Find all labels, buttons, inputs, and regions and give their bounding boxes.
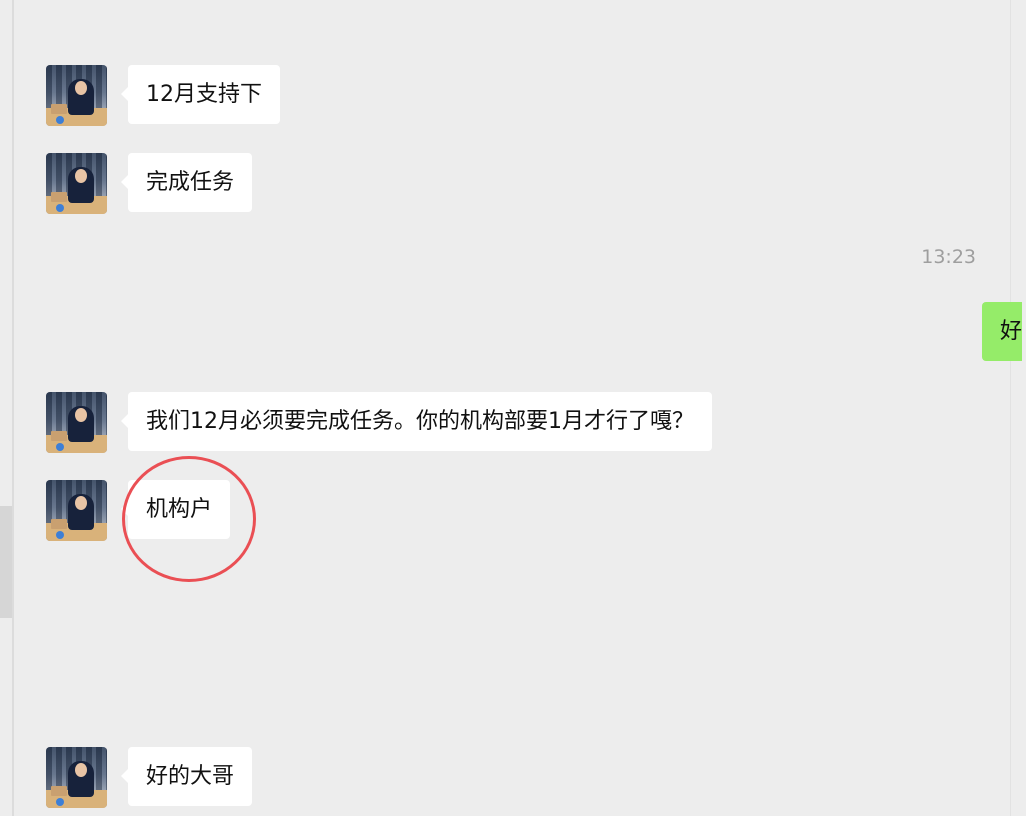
- avatar-face: [75, 169, 87, 183]
- avatar-cup: [56, 531, 64, 539]
- avatar-face: [75, 763, 87, 777]
- incoming-message-bubble[interactable]: 好的大哥: [120, 747, 253, 806]
- avatar-cup: [56, 443, 64, 451]
- left-scrollbar-thumb[interactable]: [0, 506, 12, 618]
- incoming-message-bubble[interactable]: 我们12月必须要完成任务。你的机构部要1月才行了嘎？: [121, 392, 712, 451]
- avatar-face: [75, 408, 87, 422]
- avatar-face: [75, 496, 87, 510]
- contact-avatar[interactable]: [46, 392, 107, 453]
- avatar-laptop: [51, 192, 67, 202]
- incoming-message-bubble[interactable]: 机构户: [120, 480, 231, 539]
- outgoing-message-bubble[interactable]: 好: [982, 302, 1022, 361]
- chat-message-area[interactable]: 12月支持下 完成任务 13:23 好 我们12月必须要完成任务。你的机构部要1…: [0, 0, 1026, 816]
- avatar-cup: [56, 204, 64, 212]
- contact-avatar[interactable]: [46, 480, 107, 541]
- avatar-cup: [56, 116, 64, 124]
- incoming-message-bubble[interactable]: 完成任务: [120, 153, 253, 212]
- contact-avatar[interactable]: [46, 65, 107, 126]
- left-divider: [12, 0, 14, 816]
- contact-avatar[interactable]: [46, 153, 107, 214]
- contact-avatar[interactable]: [46, 747, 107, 808]
- message-timestamp: 13:23: [921, 246, 976, 268]
- avatar-laptop: [51, 519, 67, 529]
- avatar-laptop: [51, 431, 67, 441]
- incoming-message-bubble[interactable]: 12月支持下: [121, 65, 280, 124]
- avatar-face: [75, 81, 87, 95]
- avatar-laptop: [51, 786, 67, 796]
- right-divider: [1010, 0, 1011, 816]
- avatar-cup: [56, 798, 64, 806]
- avatar-laptop: [51, 104, 67, 114]
